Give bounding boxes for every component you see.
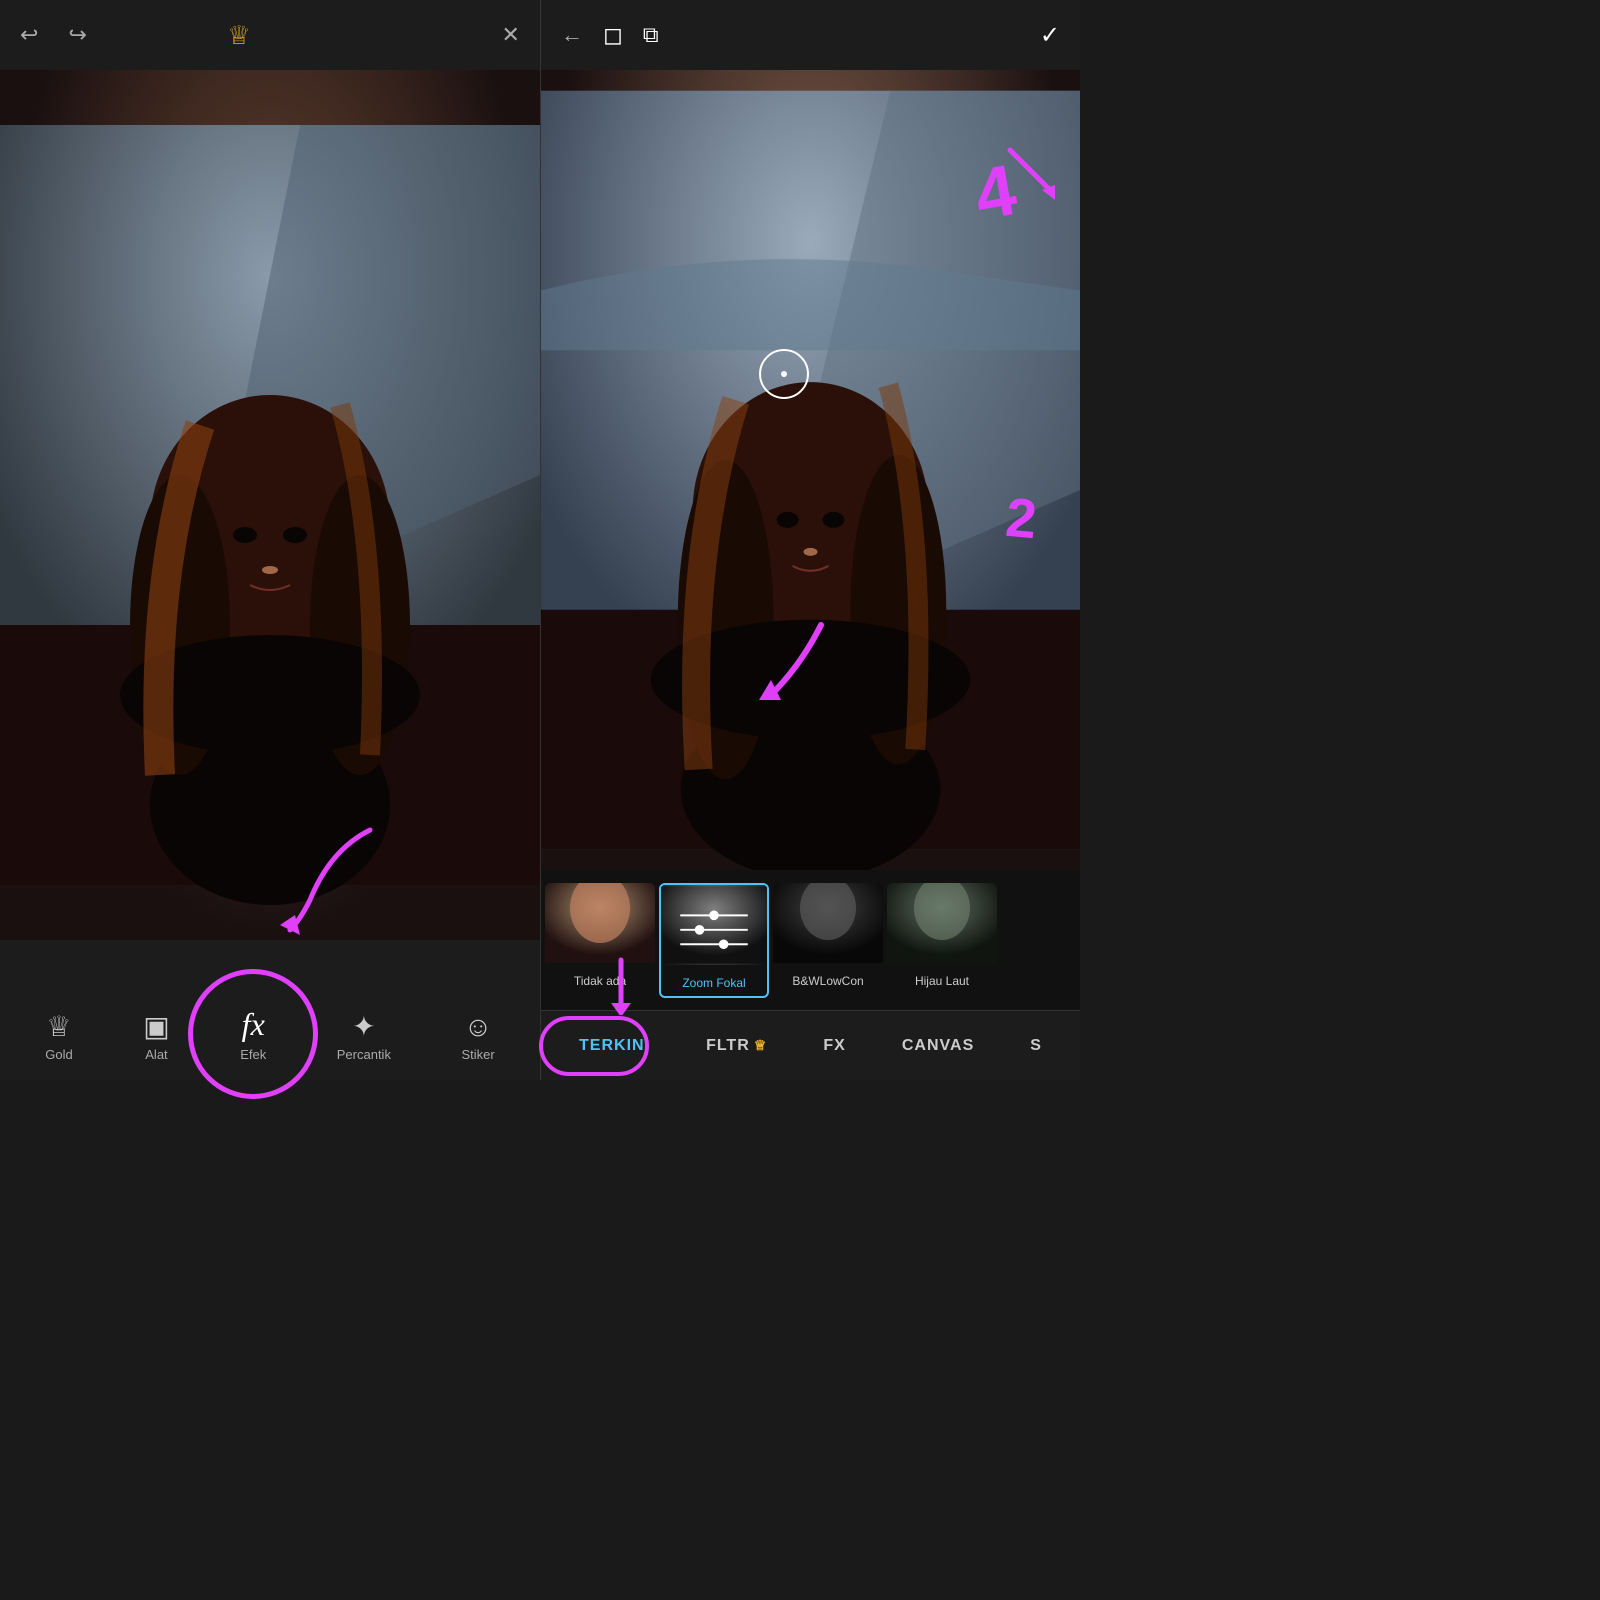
left-photo-area [0, 70, 540, 940]
crosshair-target [759, 349, 809, 399]
tab-canvas[interactable]: CANVAS [892, 1029, 984, 1063]
toolbar-item-efek[interactable]: fx Efek [230, 998, 276, 1070]
check-button[interactable]: ✓ [1040, 21, 1060, 50]
toolbar-item-stiker[interactable]: ☺ Stiker [451, 1003, 504, 1070]
stiker-icon: ☺ [464, 1011, 493, 1043]
crosshair-circle [759, 349, 809, 399]
redo-button[interactable]: ↪ [68, 22, 86, 48]
alat-label: Alat [145, 1047, 167, 1062]
stiker-label: Stiker [461, 1047, 494, 1062]
tab-terkini[interactable]: TERKINI [569, 1029, 660, 1063]
alat-icon: ▣ [143, 1010, 169, 1043]
toolbar-item-percantik[interactable]: ✦ Percantik [327, 1002, 401, 1070]
annotation-arrow-down [741, 615, 861, 715]
gold-label: Gold [45, 1047, 72, 1062]
right-photo-area[interactable]: 4 2 [541, 70, 1080, 870]
efek-icon: fx [242, 1006, 265, 1043]
gold-icon: ♕ [46, 1010, 71, 1043]
bottom-tabs: TERKINI FLTR ♕ FX CANVAS S [541, 1010, 1080, 1080]
crown-icon[interactable]: ♕ [227, 20, 250, 51]
close-button[interactable]: ✕ [502, 22, 520, 48]
percantik-label: Percantik [337, 1047, 391, 1062]
filter-label-bwlowcon: B&WLowCon [773, 967, 883, 995]
filter-item-tidak-ada[interactable]: Tidak ada [545, 883, 655, 998]
svg-text:4: 4 [969, 150, 1022, 236]
toolbar-item-alat[interactable]: ▣ Alat [133, 1002, 179, 1070]
crosshair-dot [781, 371, 787, 377]
filter-label-hijau-laut: Hijau Laut [887, 967, 997, 995]
filter-strip: Tidak ada [541, 870, 1080, 1010]
tab-s[interactable]: S [1020, 1029, 1052, 1063]
layers-icon[interactable]: ⧉ [643, 22, 659, 48]
left-panel: ↩ ↪ ♕ ✕ [0, 0, 540, 1080]
toolbar-item-gold[interactable]: ♕ Gold [35, 1002, 82, 1070]
right-panel: ← ◻ ⧉ ✓ [540, 0, 1080, 1080]
filter-label-tidak-ada: Tidak ada [545, 967, 655, 995]
filter-thumb-tidak-ada [545, 883, 655, 963]
filter-label-zoom-fokal: Zoom Fokal [661, 969, 767, 997]
tab-fx[interactable]: FX [813, 1029, 855, 1063]
right-topbar: ← ◻ ⧉ ✓ [541, 0, 1080, 70]
fltr-crown-icon: ♕ [754, 1037, 768, 1054]
annotation-4-group: 4 [910, 130, 1070, 280]
filter-thumb-hijau-laut [887, 883, 997, 963]
percantik-icon: ✦ [352, 1010, 375, 1043]
eraser-icon[interactable]: ◻ [603, 21, 623, 50]
undo-button[interactable]: ↩ [20, 22, 38, 48]
right-back-button[interactable]: ← [561, 22, 583, 48]
filter-item-bwlowcon[interactable]: B&WLowCon [773, 883, 883, 998]
filter-item-hijau-laut[interactable]: Hijau Laut [887, 883, 997, 998]
annotation-2: 2 [1004, 485, 1040, 551]
filter-thumb-zoom-fokal [661, 885, 767, 965]
right-photo-bg: 4 2 [541, 70, 1080, 870]
filter-thumb-bwlowcon [773, 883, 883, 963]
tab-fltr[interactable]: FLTR ♕ [696, 1029, 777, 1063]
efek-label: Efek [240, 1047, 266, 1062]
left-photo-bg [0, 70, 540, 940]
left-topbar: ↩ ↪ ♕ ✕ [0, 0, 540, 70]
left-bottom-toolbar: ♕ Gold ▣ Alat fx Efek ✦ Percantik ☺ [0, 940, 540, 1080]
filter-item-zoom-fokal[interactable]: Zoom Fokal [659, 883, 769, 998]
toolbar-items: ♕ Gold ▣ Alat fx Efek ✦ Percantik ☺ [0, 998, 540, 1070]
